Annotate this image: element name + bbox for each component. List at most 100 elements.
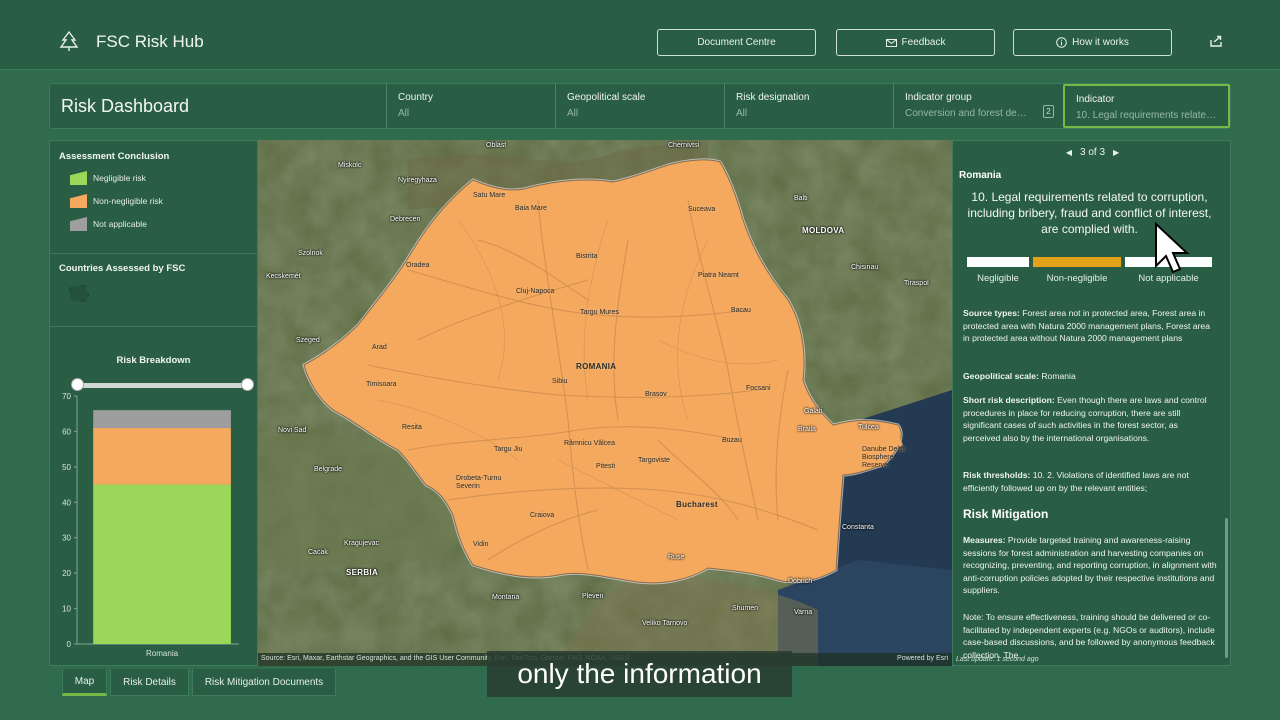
- map-label: MOLDOVA: [802, 226, 845, 235]
- designation-bar-non-negligible: [1033, 257, 1121, 267]
- divider: [50, 326, 257, 327]
- map-label: Baia Mare: [515, 205, 547, 212]
- map-label: Balti: [794, 195, 808, 202]
- details-scrollbar[interactable]: [1225, 518, 1228, 658]
- y-tick-label: 50: [62, 463, 71, 472]
- dashboard-title: Risk Dashboard: [61, 96, 190, 116]
- map-label: Drobeta-Turnu Severin: [456, 475, 502, 490]
- filter-indicator[interactable]: Indicator 10. Legal requirements related…: [1063, 84, 1230, 128]
- y-tick-label: 70: [62, 392, 71, 401]
- y-tick-label: 10: [62, 605, 71, 614]
- map-label: Bucharest: [676, 500, 718, 509]
- map-label: Kragujevac: [344, 540, 380, 547]
- mouse-cursor-icon: [1155, 222, 1190, 274]
- filter-geopolitical-scale[interactable]: Geopolitical scale All: [555, 84, 724, 128]
- map-label: Râmnicu Vâlcea: [564, 440, 615, 447]
- basemap: [258, 140, 952, 666]
- map-label: Cluj-Napoca: [516, 288, 555, 295]
- filter-value: Conversion and forest deg…: [905, 108, 1030, 119]
- map-label: Cacak: [308, 549, 328, 556]
- map-label: Tiraspol: [904, 280, 929, 287]
- tab-label: Risk Details: [123, 676, 176, 688]
- record-pager: ◀ 3 of 3 ▶: [953, 147, 1230, 158]
- legend-item-non-negligible: Non-negligible risk: [70, 194, 163, 208]
- bar-segment: [93, 484, 231, 644]
- fsc-logo: [59, 30, 79, 51]
- risk-details-panel: ◀ 3 of 3 ▶ Romania 10. Legal requirements …: [952, 140, 1231, 666]
- risk-breakdown-chart: 0 10 20 30 40 50 60 70 Romania: [62, 392, 239, 658]
- map-label: Sibiu: [552, 378, 568, 385]
- map-label: Pleven: [582, 593, 604, 600]
- legend-swatch: [70, 217, 87, 231]
- previous-record-icon[interactable]: ◀: [1066, 148, 1072, 157]
- map-label: Chisinau: [851, 264, 879, 271]
- video-caption: only the information: [487, 651, 792, 697]
- map-view[interactable]: Oblast Chernivtsi Miskolc Nyiregyhaza Sa…: [258, 140, 952, 666]
- legend-swatch: [70, 171, 87, 185]
- filter-indicator-group[interactable]: Indicator group Conversion and forest de…: [893, 84, 1062, 128]
- map-label: Resita: [402, 424, 422, 431]
- country-name: Romania: [959, 170, 1002, 181]
- map-label: Tulcea: [858, 424, 879, 431]
- map-label: Braila: [798, 426, 816, 433]
- map-label: Dobrich: [788, 578, 813, 585]
- field-value: Romania: [1041, 371, 1076, 381]
- map-label: Buzau: [722, 437, 742, 444]
- legend-swatch: [70, 194, 87, 208]
- field-label: Risk thresholds:: [963, 470, 1031, 480]
- feedback-button[interactable]: Feedback: [836, 29, 995, 56]
- share-icon[interactable]: [1209, 34, 1223, 48]
- filter-label: Geopolitical scale: [567, 92, 646, 103]
- designation-bar-negligible: [967, 257, 1029, 267]
- map-label: Debrecen: [390, 216, 421, 223]
- risk-thresholds: Risk thresholds: 10. 2. Violations of id…: [963, 469, 1217, 494]
- pager-text: 3 of 3: [1079, 147, 1106, 158]
- next-record-icon[interactable]: ▶: [1113, 148, 1119, 157]
- legend-label: Not applicable: [93, 219, 147, 229]
- map-label: Ruse: [668, 554, 685, 561]
- map-label: Suceava: [688, 206, 716, 213]
- tab-risk-mitigation-documents[interactable]: Risk Mitigation Documents: [192, 669, 336, 696]
- map-label: Constanta: [842, 524, 874, 531]
- countries-assessed-title: Countries Assessed by FSC: [59, 263, 186, 274]
- map-label: Novi Sad: [278, 427, 307, 434]
- map-label: Arad: [372, 344, 387, 351]
- map-label: Szolnok: [298, 250, 323, 257]
- feedback-label: Feedback: [901, 37, 946, 48]
- filter-value: All: [567, 108, 579, 119]
- legend-label: Non-negligible risk: [93, 196, 163, 206]
- last-update: Last update: 1 second ago: [956, 656, 1039, 663]
- mitigation-note: Note: To ensure effectiveness, training …: [963, 612, 1215, 660]
- map-label: Shumen: [732, 605, 759, 612]
- bar-segment: [93, 427, 231, 485]
- map-label: Satu Mare: [473, 192, 506, 199]
- divider: [50, 253, 257, 254]
- filter-country[interactable]: Country All: [386, 84, 555, 128]
- legend-item-not-applicable: Not applicable: [70, 217, 147, 231]
- tab-map[interactable]: Map: [62, 669, 107, 696]
- app-title: FSC Risk Hub: [96, 32, 204, 51]
- map-label: Miskolc: [338, 162, 362, 169]
- bar-segment: [93, 410, 231, 428]
- filter-label: Country: [398, 92, 434, 103]
- filter-label: Indicator group: [905, 92, 972, 103]
- map-label: Brasov: [645, 391, 667, 398]
- field-label: Short risk description:: [963, 395, 1055, 405]
- filter-risk-designation[interactable]: Risk designation All: [724, 84, 893, 128]
- map-label: Chernivtsi: [668, 142, 700, 149]
- map-label: Szeged: [296, 337, 320, 344]
- risk-breakdown-title: Risk Breakdown: [116, 355, 191, 366]
- how-it-works-button[interactable]: How it works: [1013, 29, 1172, 56]
- map-label: Kecskemét: [266, 273, 301, 280]
- source-types: Source types: Forest area not in protect…: [963, 307, 1217, 345]
- map-label: Bistrita: [576, 253, 598, 260]
- short-risk-description: Short risk description: Even though ther…: [963, 394, 1217, 444]
- geopolitical-scale: Geopolitical scale: Romania: [963, 370, 1217, 383]
- filter-label: Indicator: [1076, 94, 1115, 105]
- y-tick-label: 60: [62, 427, 71, 436]
- tab-risk-details[interactable]: Risk Details: [110, 669, 189, 696]
- filter-label: Risk designation: [736, 92, 810, 103]
- filter-value: All: [398, 108, 410, 119]
- document-centre-button[interactable]: Document Centre: [657, 29, 816, 56]
- powered-by-esri-link[interactable]: Powered by Esri: [897, 655, 948, 662]
